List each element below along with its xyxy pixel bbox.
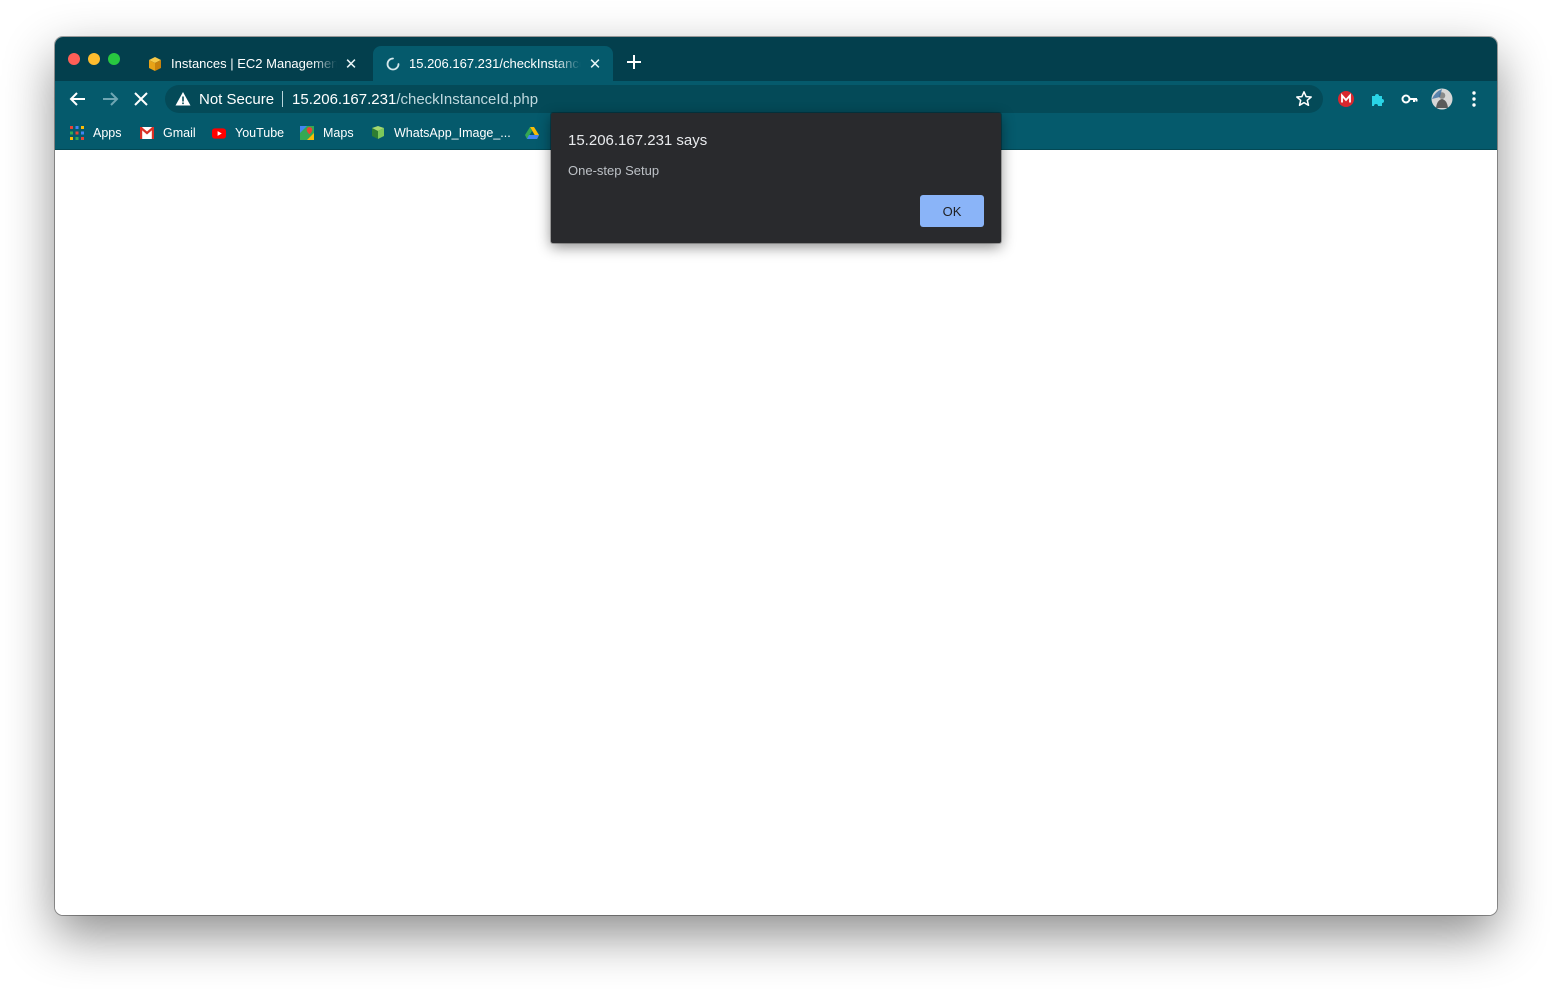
bookmark-label: Maps [323,126,354,140]
bookmark-label: WhatsApp_Image_... [394,126,511,140]
bookmark-label: Gmail [163,126,196,140]
maximize-window-button[interactable] [108,53,120,65]
arrow-left-icon [69,92,85,106]
url-host: 15.206.167.231 [292,90,397,108]
bookmark-google-drive[interactable] [525,123,548,143]
tab-check-instance[interactable]: 15.206.167.231/checkInstanceId.php ✕ [373,46,613,81]
browser-window: Instances | EC2 Management Console ✕ 15.… [55,37,1497,915]
tab-strip: Instances | EC2 Management Console ✕ 15.… [55,37,1497,81]
apps-grid-icon [70,126,84,140]
tab-title: Instances | EC2 Management Console [171,56,337,71]
image-file-icon [371,126,385,140]
new-tab-button[interactable] [623,51,645,73]
divider [282,91,284,107]
alert-dialog: 15.206.167.231 says One-step Setup OK [551,113,1001,243]
google-drive-icon [525,126,539,140]
kebab-menu-icon[interactable] [1462,87,1486,111]
maps-icon [300,126,314,140]
url-path: /checkInstanceId.php [396,90,539,108]
bookmark-label: YouTube [235,126,285,140]
tab-title: 15.206.167.231/checkInstanceId.php [409,56,581,71]
bookmark-whatsapp-image[interactable]: WhatsApp_Image_... [371,123,511,143]
bookmark-apps[interactable]: Apps [70,123,122,143]
profile-avatar-icon[interactable] [1430,87,1454,111]
gmail-icon [140,126,154,140]
tab-ec2-instances[interactable]: Instances | EC2 Management Console ✕ [135,46,369,81]
youtube-icon [212,126,226,140]
dialog-message: One-step Setup [568,163,660,178]
back-button[interactable] [65,86,91,112]
close-tab-icon[interactable]: ✕ [343,56,359,73]
bookmark-youtube[interactable]: YouTube [212,123,284,143]
bookmark-label: Apps [93,126,122,140]
loading-spinner-icon [385,56,401,72]
bookmark-star-icon[interactable] [1295,90,1313,108]
forward-button[interactable] [97,86,123,112]
address-bar[interactable]: Not Secure 15.206.167.231/checkInstanceI… [165,85,1323,113]
minimize-window-button[interactable] [88,53,100,65]
stop-loading-button[interactable] [128,86,154,112]
mega-extension-icon[interactable] [1334,87,1358,111]
close-window-button[interactable] [68,53,80,65]
aws-cube-icon [147,56,163,72]
browser-toolbar: Not Secure 15.206.167.231/checkInstanceI… [55,81,1497,117]
security-status-label[interactable]: Not Secure [199,91,274,108]
puzzle-extensions-icon[interactable] [1366,87,1390,111]
page-content [55,150,1497,915]
key-password-icon[interactable] [1398,87,1422,111]
warning-triangle-icon[interactable] [175,91,191,107]
ok-button[interactable]: OK [920,195,984,227]
close-tab-icon[interactable]: ✕ [587,56,603,73]
dialog-title: 15.206.167.231 says [568,132,708,149]
stop-x-icon [134,92,148,106]
bookmark-maps[interactable]: Maps [300,123,354,143]
bookmark-gmail[interactable]: Gmail [140,123,196,143]
arrow-right-icon [103,92,119,106]
